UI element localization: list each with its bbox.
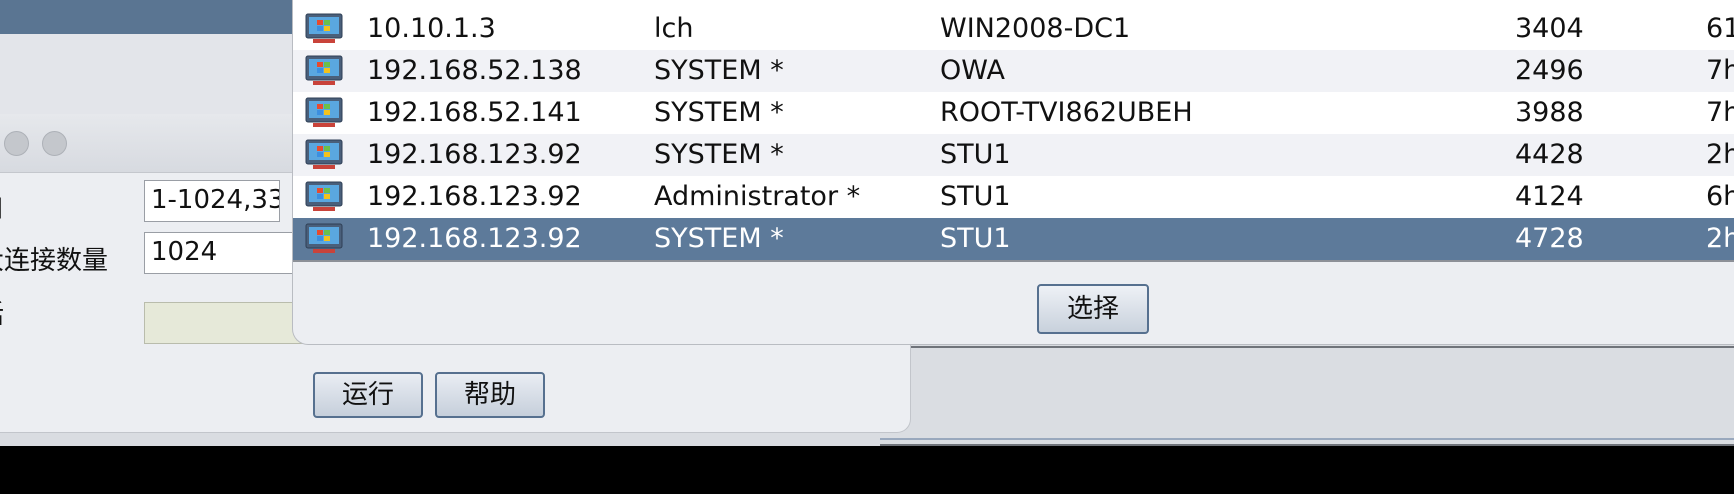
- address-cell: 192.168.52.138: [367, 55, 582, 86]
- session-label: 话: [0, 294, 4, 331]
- address-cell: 10.10.1.3: [367, 13, 496, 44]
- computer-cell: STU1: [940, 139, 1011, 170]
- address-cell: 192.168.52.141: [367, 97, 582, 128]
- pid-cell: 4124: [1515, 181, 1584, 212]
- pid-cell: 2496: [1515, 55, 1584, 86]
- user-cell: lch: [654, 13, 694, 44]
- windows-monitor-icon: [305, 139, 343, 169]
- computer-cell: ROOT-TVI862UBEH: [940, 97, 1193, 128]
- windows-monitor-icon: [305, 13, 343, 43]
- table-row[interactable]: 192.168.123.92 SYSTEM * STU1 4728 2h: [293, 218, 1734, 260]
- computer-cell: STU1: [940, 223, 1011, 254]
- user-cell: SYSTEM *: [654, 97, 784, 128]
- pid-cell: 4428: [1515, 139, 1584, 170]
- pid-cell: 4728: [1515, 223, 1584, 254]
- run-button[interactable]: 运行: [313, 372, 423, 418]
- background-panel: [880, 346, 1734, 446]
- minimize-window-icon[interactable]: [4, 131, 29, 156]
- address-cell: 192.168.123.92: [367, 223, 582, 254]
- windows-monitor-icon: [305, 55, 343, 85]
- computer-cell: STU1: [940, 181, 1011, 212]
- user-cell: Administrator *: [654, 181, 861, 212]
- address-cell: 192.168.123.92: [367, 181, 582, 212]
- ports-input[interactable]: 1-1024,33: [144, 180, 280, 222]
- last-cell: 61: [1706, 13, 1734, 44]
- table-row[interactable]: 192.168.52.141 SYSTEM * ROOT-TVI862UBEH 398…: [293, 92, 1734, 134]
- pid-cell: 3988: [1515, 97, 1584, 128]
- background-window-titlebar: [0, 0, 300, 34]
- table-row[interactable]: 192.168.123.92 Administrator * STU1 4124 6h: [293, 176, 1734, 218]
- windows-monitor-icon: [305, 97, 343, 127]
- last-cell: 7h: [1706, 55, 1734, 86]
- max-connections-input[interactable]: 1024: [144, 232, 300, 274]
- last-cell: 6h: [1706, 181, 1734, 212]
- max-connections-label: 大连接数量: [0, 246, 109, 276]
- last-cell: 7h: [1706, 97, 1734, 128]
- pid-cell: 3404: [1515, 13, 1584, 44]
- table-row[interactable]: 10.10.1.3 lch WIN2008-DC1 3404 61: [293, 8, 1734, 50]
- sessions-table: 10.10.1.3 lch WIN2008-DC1 3404 61 192.168.52.…: [293, 0, 1734, 262]
- session-picker-dialog: 10.10.1.3 lch WIN2008-DC1 3404 61 192.168.52.…: [292, 0, 1734, 345]
- screen-bottom-bar: [0, 446, 1734, 494]
- choose-button[interactable]: 选择: [1037, 284, 1149, 334]
- ports-label: 口: [0, 188, 4, 225]
- zoom-window-icon[interactable]: [42, 131, 67, 156]
- address-cell: 192.168.123.92: [367, 139, 582, 170]
- panel-divider: [880, 438, 1734, 440]
- background-window: [0, 34, 300, 114]
- user-cell: SYSTEM *: [654, 223, 784, 254]
- last-cell: 2h: [1706, 223, 1734, 254]
- table-row[interactable]: 192.168.123.92 SYSTEM * STU1 4428 2h: [293, 134, 1734, 176]
- windows-monitor-icon: [305, 181, 343, 211]
- windows-monitor-icon: [305, 223, 343, 253]
- computer-cell: WIN2008-DC1: [940, 13, 1131, 44]
- user-cell: SYSTEM *: [654, 139, 784, 170]
- table-row[interactable]: 192.168.52.138 SYSTEM * OWA 2496 7h: [293, 50, 1734, 92]
- user-cell: SYSTEM *: [654, 55, 784, 86]
- computer-cell: OWA: [940, 55, 1005, 86]
- help-button[interactable]: 帮助: [435, 372, 545, 418]
- last-cell: 2h: [1706, 139, 1734, 170]
